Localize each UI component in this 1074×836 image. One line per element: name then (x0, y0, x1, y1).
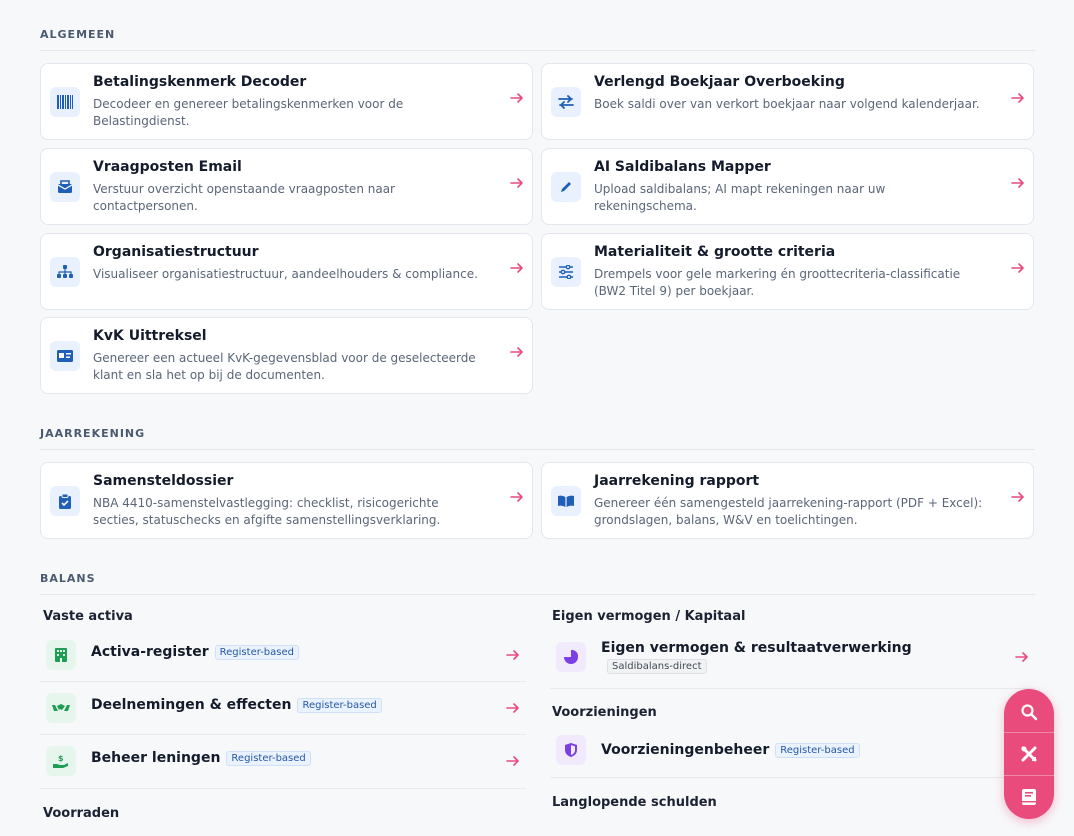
building-icon (46, 640, 76, 670)
card-description: Decodeer en genereer betalingskenmerken … (93, 97, 404, 128)
status-badge: Saldibalans-direct (607, 659, 707, 674)
status-badge: Register-based (775, 742, 860, 758)
card-title: KvK Uittreksel (93, 328, 207, 344)
section-title-algemeen: ALGEMEEN (40, 28, 116, 41)
row-deelnemingen[interactable]: Deelnemingen & effecten Register-based (40, 681, 526, 733)
handshake-icon (46, 693, 76, 723)
arrow-right-icon (1011, 263, 1024, 273)
card-samensteldossier[interactable]: Samensteldossier NBA 4410-samenstelvastl… (40, 462, 533, 539)
sliders-icon (551, 257, 581, 287)
book-icon (1022, 789, 1036, 805)
card-betalingskenmerk-decoder[interactable]: Betalingskenmerk Decoder Decodeer en gen… (40, 63, 533, 140)
row-beheer-leningen[interactable]: $ Beheer leningen Register-based (40, 734, 526, 786)
row-title-text: Voorzieningenbeheer (601, 742, 770, 758)
card-description: Drempels voor gele markering én groottec… (594, 267, 961, 298)
card-jaarrekening-rapport[interactable]: Jaarrekening rapport Genereer één sameng… (541, 462, 1034, 539)
card-description: Verstuur overzicht openstaande vraagpost… (93, 182, 395, 213)
divider (40, 788, 526, 789)
svg-text:$: $ (58, 754, 64, 763)
card-vraagposten-email[interactable]: Vraagposten Email Verstuur overzicht ope… (40, 148, 533, 225)
arrow-right-icon (506, 703, 519, 713)
row-eigen-vermogen[interactable]: Eigen vermogen & resultaatverwerking Sal… (550, 630, 1035, 686)
subheading-eigen-vermogen: Eigen vermogen / Kapitaal (552, 609, 746, 624)
row-title: Eigen vermogen & resultaatverwerking (601, 640, 912, 656)
org-chart-icon (50, 257, 80, 287)
status-badge: Register-based (226, 750, 311, 766)
card-description: Boek saldi over van verkort boekjaar naa… (594, 97, 980, 111)
card-title: AI Saldibalans Mapper (594, 159, 771, 175)
card-title: Vraagposten Email (93, 159, 242, 175)
arrow-right-icon (506, 650, 519, 660)
card-title: Verlengd Boekjaar Overboeking (594, 74, 845, 90)
arrow-right-icon (510, 178, 523, 188)
card-description: NBA 4410-samenstelvastlegging: checklist… (93, 496, 441, 527)
card-ai-saldibalans-mapper[interactable]: AI Saldibalans Mapper Upload saldibalans… (541, 148, 1034, 225)
card-title: Materialiteit & grootte criteria (594, 244, 836, 260)
shield-icon (556, 735, 586, 765)
card-description: Visualiseer organisatiestructuur, aandee… (93, 267, 478, 281)
search-icon (1021, 704, 1038, 721)
row-voorzieningenbeheer[interactable]: Voorzieningenbeheer Register-based (550, 722, 1035, 774)
book-open-icon (551, 486, 581, 516)
floating-action-bar (1004, 689, 1054, 819)
arrow-right-icon (510, 263, 523, 273)
divider (550, 688, 1035, 689)
arrow-right-icon (510, 93, 523, 103)
card-materialiteit[interactable]: Materialiteit & grootte criteria Drempel… (541, 233, 1034, 310)
tools-icon (1021, 746, 1037, 762)
fab-search-button[interactable] (1004, 691, 1054, 733)
subheading-langlopende-schulden: Langlopende schulden (552, 795, 717, 810)
status-badge: Register-based (214, 644, 299, 660)
clipboard-check-icon (50, 486, 80, 516)
fab-book-button[interactable] (1004, 776, 1054, 818)
divider (550, 777, 1035, 778)
row-title-text: Beheer leningen (91, 750, 221, 766)
card-description: Genereer één samengesteld jaarrekening-r… (594, 496, 983, 527)
arrow-right-icon (1011, 178, 1024, 188)
row-title-text: Deelnemingen & effecten (91, 697, 292, 713)
status-badge: Register-based (297, 697, 382, 713)
hand-coin-icon: $ (46, 746, 76, 776)
card-verlengd-boekjaar[interactable]: Verlengd Boekjaar Overboeking Boek saldi… (541, 63, 1034, 140)
divider (40, 50, 1035, 51)
card-title: Betalingskenmerk Decoder (93, 74, 307, 90)
mail-icon (50, 172, 80, 202)
card-title: Samensteldossier (93, 473, 234, 489)
arrow-right-icon (510, 347, 523, 357)
divider (40, 449, 1035, 450)
row-title: Deelnemingen & effecten Register-based (91, 697, 382, 713)
card-title: Jaarrekening rapport (594, 473, 760, 489)
row-activa-register[interactable]: Activa-register Register-based (40, 628, 526, 680)
arrow-right-icon (1011, 492, 1024, 502)
arrow-right-icon (510, 492, 523, 502)
arrow-right-icon (1011, 93, 1024, 103)
card-organisatiestructuur[interactable]: Organisatiestructuur Visualiseer organis… (40, 233, 533, 310)
fab-tools-button[interactable] (1004, 733, 1054, 775)
section-title-jaarrekening: JAARREKENING (40, 427, 146, 440)
swap-arrows-icon (551, 87, 581, 117)
divider (40, 594, 1035, 595)
subheading-vaste-activa: Vaste activa (43, 609, 133, 624)
card-description: Upload saldibalans; AI mapt rekeningen n… (594, 182, 886, 213)
section-title-balans: BALANS (40, 572, 96, 585)
row-title-text: Activa-register (91, 644, 209, 660)
row-title: Activa-register Register-based (91, 644, 299, 660)
subheading-voorzieningen: Voorzieningen (552, 705, 657, 720)
row-title: Voorzieningenbeheer Register-based (601, 742, 860, 758)
card-description: Genereer een actueel KvK-gegevensblad vo… (93, 351, 476, 382)
card-kvk-uittreksel[interactable]: KvK Uittreksel Genereer een actueel KvK-… (40, 317, 533, 394)
barcode-icon (50, 87, 80, 117)
pie-chart-icon (556, 642, 586, 672)
pencil-icon (551, 172, 581, 202)
row-title: Beheer leningen Register-based (91, 750, 311, 766)
subheading-voorraden: Voorraden (43, 806, 120, 821)
arrow-right-icon (1015, 652, 1028, 662)
card-title: Organisatiestructuur (93, 244, 259, 260)
id-card-icon (50, 341, 80, 371)
arrow-right-icon (506, 756, 519, 766)
